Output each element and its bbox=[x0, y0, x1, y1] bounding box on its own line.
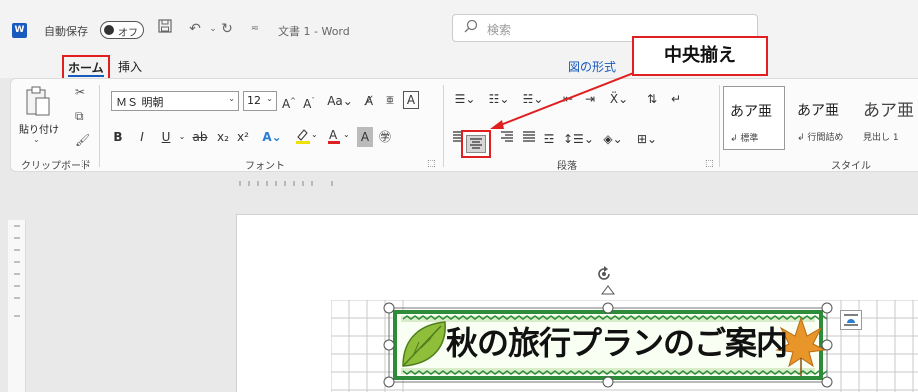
strikethrough-button[interactable]: ab bbox=[191, 127, 209, 147]
style-name: ↲ 行間詰め bbox=[797, 133, 844, 143]
chevron-down-icon: ⌄ bbox=[266, 94, 273, 103]
clear-format-icon[interactable]: A̸ bbox=[361, 91, 377, 111]
title-bar: W 自動保存 オフ ↶ ⌄ ↻ ≂ 文書 1 - Word 検索 bbox=[0, 0, 918, 54]
tab-shape-format[interactable]: 図の形式 bbox=[568, 58, 616, 75]
svg-text:⌄: ⌄ bbox=[343, 130, 350, 139]
style-preview: あア亜 bbox=[730, 104, 772, 120]
style-name: ↲ 標準 bbox=[730, 134, 759, 144]
distributed-icon[interactable]: ☲ bbox=[541, 129, 557, 149]
redo-icon[interactable]: ↻ bbox=[216, 18, 238, 40]
style-name: 見出し 1 bbox=[863, 133, 899, 143]
styles-group-label: スタイル bbox=[831, 161, 871, 172]
layout-options-button[interactable] bbox=[840, 310, 862, 330]
group-separator bbox=[99, 85, 100, 167]
line-spacing-icon[interactable]: ↕☰⌄ bbox=[563, 129, 594, 149]
font-name-select[interactable]: ＭＳ 明朝 ⌄ bbox=[111, 91, 239, 111]
font-size-select[interactable]: 12 ⌄ bbox=[243, 91, 277, 111]
autosave-toggle[interactable]: オフ bbox=[100, 21, 144, 39]
callout-label: 中央揃え bbox=[632, 36, 768, 76]
shrink-font-icon[interactable]: Aˇ bbox=[301, 91, 317, 111]
horizontal-ruler[interactable] bbox=[236, 176, 918, 190]
change-case-icon[interactable]: Aa⌄ bbox=[325, 91, 355, 111]
justify-icon[interactable] bbox=[521, 129, 537, 149]
show-marks-icon[interactable]: ↵ bbox=[667, 89, 685, 109]
clipboard-launcher-icon[interactable]: ⬚ bbox=[81, 159, 90, 169]
style-no-spacing[interactable]: あア亜 ↲ 行間詰め bbox=[791, 86, 853, 150]
styles-gallery: あア亜 ↲ 標準 あア亜 ↲ 行間詰め あア亜 見出し 1 bbox=[711, 86, 918, 152]
rotate-handle-icon[interactable] bbox=[594, 264, 614, 284]
highlight-color-icon[interactable]: ⌄ bbox=[293, 127, 319, 147]
paste-dropdown-icon[interactable]: ⌄ bbox=[33, 135, 40, 144]
font-launcher-icon[interactable]: ⬚ bbox=[427, 159, 436, 169]
style-normal[interactable]: あア亜 ↲ 標準 bbox=[723, 86, 785, 150]
bold-button[interactable]: B bbox=[111, 127, 125, 147]
search-icon bbox=[463, 19, 479, 38]
char-shading-icon[interactable]: A bbox=[357, 127, 373, 147]
document-title: 文書 1 - Word bbox=[278, 25, 350, 38]
style-preview: あア亜 bbox=[863, 101, 914, 121]
italic-button[interactable]: I bbox=[135, 127, 149, 147]
style-preview: あア亜 bbox=[797, 103, 839, 119]
clipboard-paste-icon[interactable] bbox=[25, 85, 51, 120]
vertical-ruler[interactable] bbox=[8, 220, 26, 392]
shading-icon[interactable]: ◈⌄ bbox=[599, 129, 627, 149]
autosave-state: オフ bbox=[118, 28, 138, 39]
asian-layout-icon[interactable]: Ẍ⌄ bbox=[605, 89, 633, 109]
search-placeholder: 検索 bbox=[487, 23, 512, 37]
multilevel-list-icon[interactable]: ☵⌄ bbox=[519, 89, 547, 109]
align-center-icon bbox=[470, 138, 482, 149]
font-size-value: 12 bbox=[247, 94, 261, 107]
autosave-label: 自動保存 bbox=[44, 25, 88, 38]
tab-home-label: ホーム bbox=[68, 61, 104, 75]
style-heading-1[interactable]: あア亜 見出し 1 bbox=[857, 86, 918, 150]
ribbon: 貼り付け ⌄ ✂ ⧉ 🖌 クリップボード ⬚ ＭＳ 明朝 ⌄ 12 ⌄ A^ A… bbox=[10, 78, 918, 172]
svg-text:⌄: ⌄ bbox=[311, 130, 318, 139]
subscript-button[interactable]: x₂ bbox=[215, 127, 231, 147]
phonetic-guide-icon[interactable]: 亜 bbox=[383, 91, 397, 111]
paste-button-label[interactable]: 貼り付け bbox=[19, 121, 59, 136]
format-painter-icon[interactable]: 🖌 bbox=[75, 133, 90, 147]
chevron-down-icon: ⌄ bbox=[228, 94, 235, 103]
font-color-icon[interactable]: A ⌄ bbox=[325, 127, 351, 147]
ribbon-tabs: ホーム 挿入 図の形式 bbox=[0, 54, 918, 80]
layout-options-icon bbox=[844, 314, 858, 326]
toggle-knob bbox=[104, 25, 114, 35]
align-right-icon[interactable] bbox=[499, 129, 515, 149]
superscript-button[interactable]: x² bbox=[235, 127, 251, 147]
grow-font-icon[interactable]: A^ bbox=[281, 91, 297, 111]
group-separator bbox=[443, 85, 444, 167]
numbering-icon[interactable]: ☷⌄ bbox=[485, 89, 513, 109]
banner-title: 秋の旅行プランのご案内 bbox=[446, 324, 788, 362]
sort-icon[interactable]: ⇅ bbox=[643, 89, 661, 109]
active-tab-underline bbox=[68, 75, 104, 77]
enclose-char-icon[interactable]: ㊫ bbox=[377, 127, 393, 147]
bullets-icon[interactable]: ☰⌄ bbox=[451, 89, 479, 109]
tab-insert[interactable]: 挿入 bbox=[118, 58, 142, 75]
chevron-down-icon[interactable]: ⌄ bbox=[177, 127, 187, 147]
paragraph-launcher-icon[interactable]: ⬚ bbox=[705, 159, 714, 169]
customize-qat-icon[interactable]: ≂ bbox=[244, 18, 266, 40]
word-app-icon: W bbox=[12, 23, 27, 38]
decrease-indent-icon[interactable]: ⇤ bbox=[559, 89, 577, 109]
borders-icon[interactable]: ⊞⌄ bbox=[633, 129, 661, 149]
save-icon[interactable] bbox=[154, 18, 176, 40]
font-name-value: ＭＳ 明朝 bbox=[116, 96, 164, 109]
svg-text:A: A bbox=[329, 128, 338, 142]
char-border-icon[interactable]: A bbox=[403, 91, 419, 109]
underline-button[interactable]: U bbox=[159, 127, 173, 147]
increase-indent-icon[interactable]: ⇥ bbox=[581, 89, 599, 109]
align-center-button[interactable] bbox=[461, 130, 491, 158]
paragraph-group-label: 段落 bbox=[557, 161, 577, 172]
tab-home[interactable]: ホーム bbox=[62, 55, 110, 80]
text-effects-icon[interactable]: A⌄ bbox=[259, 127, 285, 147]
font-group-label: フォント bbox=[245, 161, 285, 172]
copy-icon[interactable]: ⧉ bbox=[75, 109, 84, 124]
cut-icon[interactable]: ✂ bbox=[75, 85, 85, 99]
